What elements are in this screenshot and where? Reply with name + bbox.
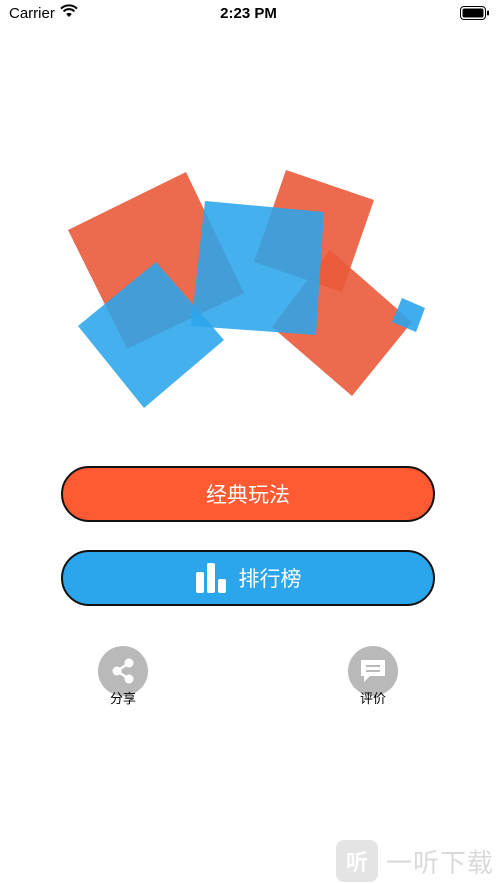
watermark-badge: 听 <box>336 840 378 882</box>
status-bar: Carrier 2:23 PM <box>0 0 497 26</box>
share-button[interactable]: 分享 <box>88 646 158 707</box>
leaderboard-label: 排行榜 <box>238 567 302 591</box>
game-logo-squares <box>68 170 425 408</box>
comment-icon <box>361 660 385 682</box>
share-label: 分享 <box>109 692 136 707</box>
classic-mode-button[interactable]: 经典玩法 <box>61 466 435 522</box>
watermark: 听 一听下载 <box>336 838 494 884</box>
classic-mode-label: 经典玩法 <box>206 483 290 507</box>
clock: 2:23 PM <box>220 5 277 22</box>
leaderboard-button[interactable]: 排行榜 <box>61 550 435 606</box>
watermark-text: 一听下载 <box>386 848 495 879</box>
logo-square-blue-center <box>191 201 324 335</box>
battery-icon <box>460 6 490 25</box>
review-button[interactable]: 评价 <box>338 646 408 707</box>
review-label: 评价 <box>359 692 386 707</box>
bar-chart-icon <box>195 562 229 594</box>
share-icon <box>112 658 134 684</box>
